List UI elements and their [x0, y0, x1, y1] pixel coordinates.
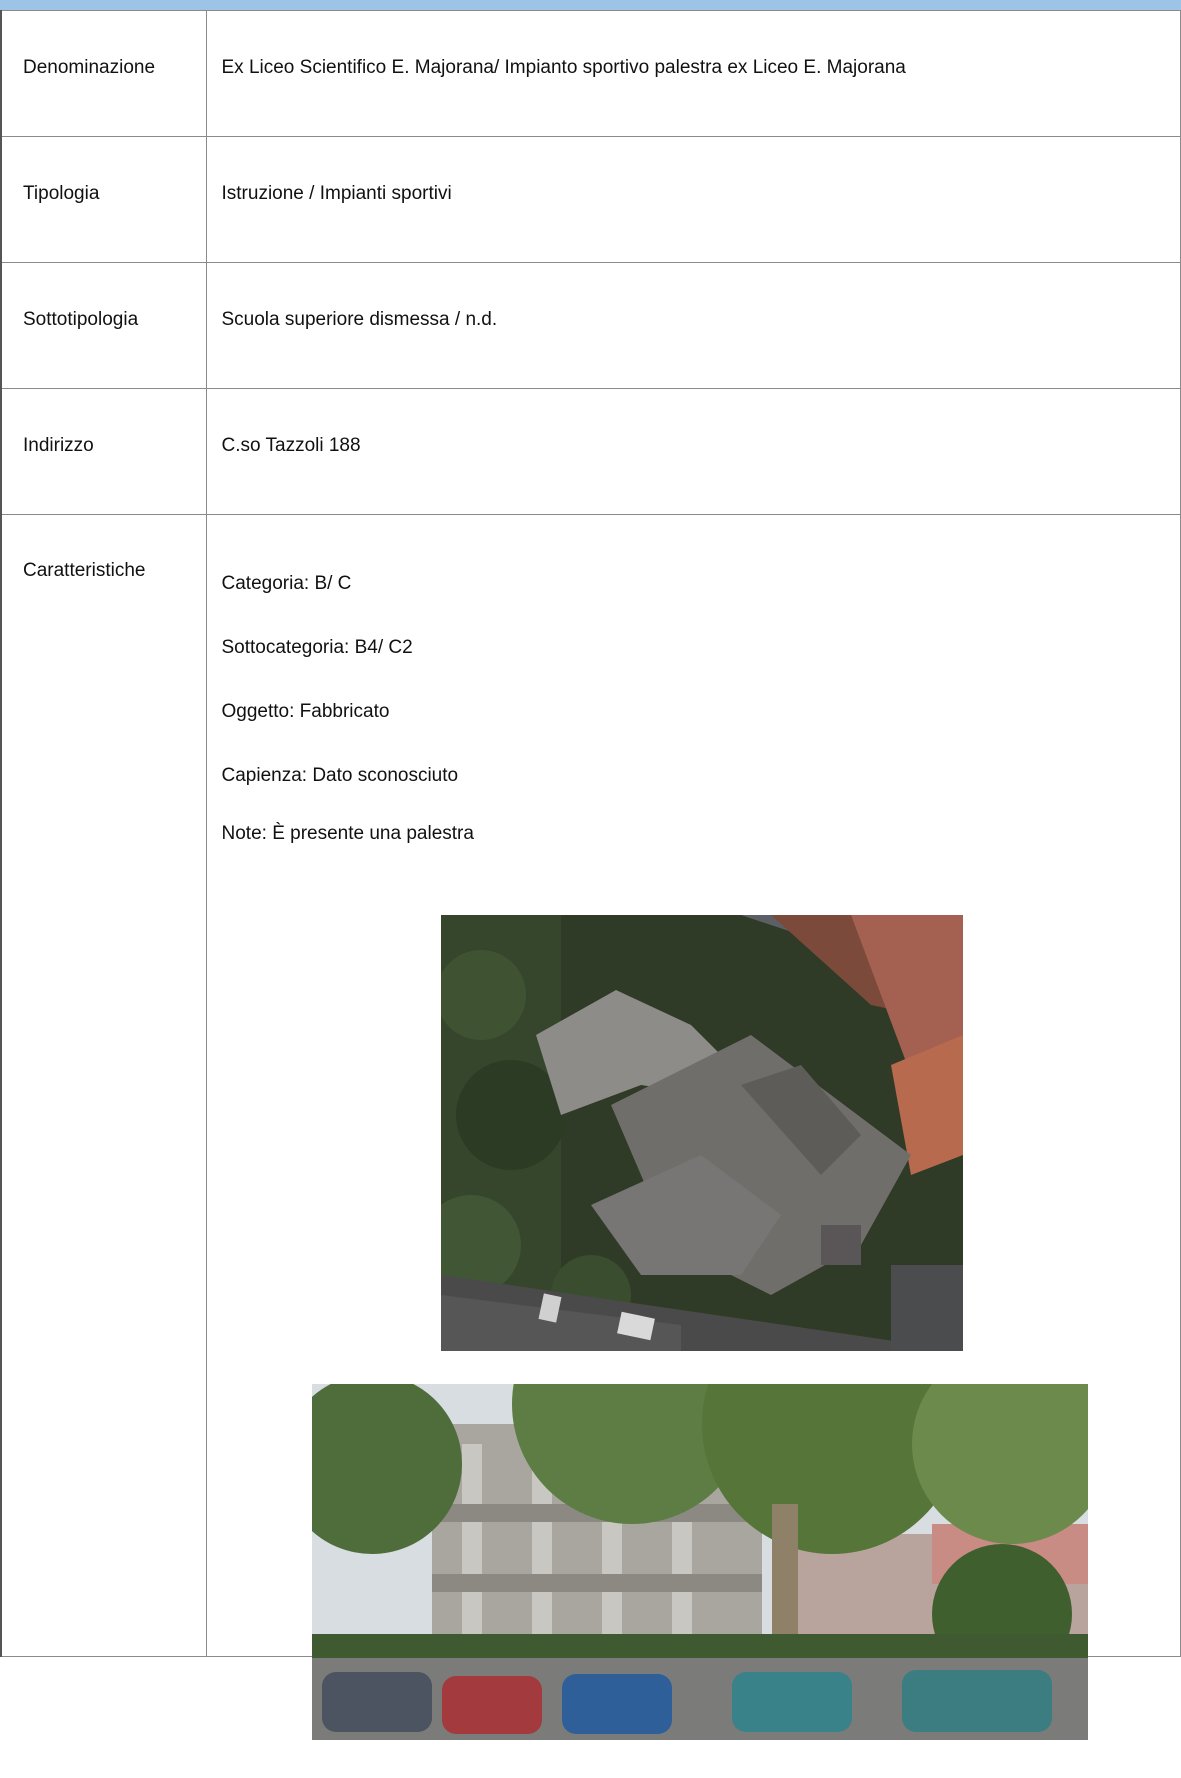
table-row-sottotipologia: Sottotipologia Scuola superiore dismessa…: [0, 262, 1181, 389]
feature-capienza: Capienza: Dato sconosciuto: [221, 765, 459, 786]
feature-note: Note: È presente una palestra: [221, 823, 474, 844]
table-row-indirizzo: Indirizzo C.so Tazzoli 188: [0, 388, 1181, 515]
feature-oggetto: Oggetto: Fabbricato: [221, 701, 390, 722]
row-label: Tipologia: [0, 136, 207, 263]
info-table: Denominazione Ex Liceo Scientifico E. Ma…: [0, 10, 1181, 1740]
aerial-photo: [440, 915, 963, 1351]
feature-sottocategoria: Sottocategoria: B4/ C2: [221, 637, 413, 658]
table-row-denominazione: Denominazione Ex Liceo Scientifico E. Ma…: [0, 10, 1181, 137]
row-value: C.so Tazzoli 188: [205, 388, 1181, 515]
table-row-tipologia: Tipologia Istruzione / Impianti sportivi: [0, 136, 1181, 263]
row-value: Ex Liceo Scientifico E. Majorana/ Impian…: [205, 10, 1181, 137]
row-label: Denominazione: [0, 10, 207, 137]
row-label: Caratteristiche: [0, 514, 207, 1657]
feature-categoria: Categoria: B/ C: [221, 573, 352, 594]
features-cell: Categoria: B/ C Sottocategoria: B4/ C2 O…: [205, 514, 1181, 1740]
row-value: Scuola superiore dismessa / n.d.: [205, 262, 1181, 389]
row-label: Sottotipologia: [0, 262, 207, 389]
street-photo: [311, 1384, 1088, 1740]
row-label: Indirizzo: [0, 388, 207, 515]
row-value: Istruzione / Impianti sportivi: [205, 136, 1181, 263]
table-row-caratteristiche: Caratteristiche Categoria: B/ C Sottocat…: [0, 514, 1181, 1740]
